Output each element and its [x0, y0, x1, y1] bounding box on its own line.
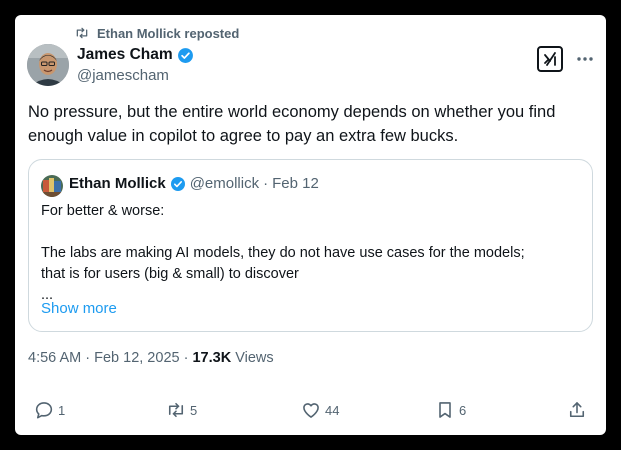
repost-icon	[166, 400, 186, 420]
more-button[interactable]	[575, 49, 595, 69]
like-icon	[301, 400, 321, 420]
quote-header: Ethan Mollick @emollick · Feb 12	[69, 175, 319, 192]
quote-author-handle[interactable]: @emollick	[190, 175, 259, 192]
reply-count: 1	[58, 402, 66, 418]
show-more-link[interactable]: Show more	[41, 300, 117, 317]
quote-author-name[interactable]: Ethan Mollick	[69, 175, 166, 192]
reply-icon	[34, 400, 54, 420]
author-handle[interactable]: @jamescham	[77, 67, 169, 84]
reply-button[interactable]: 1	[34, 399, 65, 421]
quote-line	[41, 222, 581, 243]
meta-separator: ·	[85, 350, 91, 366]
tweet-text: No pressure, but the entire world econom…	[28, 103, 556, 145]
like-button[interactable]: 44	[301, 399, 339, 421]
repost-indicator[interactable]: Ethan Mollick reposted	[75, 25, 239, 41]
views-count: 17.3K	[192, 350, 232, 366]
quote-body: For better & worse: The labs are making …	[41, 201, 581, 306]
tweet-date[interactable]: Feb 12, 2025	[94, 350, 179, 366]
quote-line: For better & worse:	[41, 203, 165, 219]
repost-icon	[75, 26, 89, 40]
like-count: 44	[325, 402, 340, 418]
verified-badge-icon	[170, 176, 186, 192]
quoted-tweet[interactable]: Ethan Mollick @emollick · Feb 12 For bet…	[28, 159, 593, 332]
views-label: Views	[235, 350, 274, 366]
share-button[interactable]	[567, 399, 587, 421]
repost-count: 5	[190, 402, 198, 418]
bookmark-count: 6	[459, 402, 467, 418]
quote-line: The labs are making AI models, they do n…	[41, 245, 525, 261]
tweet-time[interactable]: 4:56 AM	[28, 350, 81, 366]
author-name[interactable]: James Cham	[77, 46, 173, 64]
quote-avatar[interactable]	[41, 175, 63, 197]
quote-date[interactable]: Feb 12	[272, 175, 319, 192]
more-icon	[575, 49, 595, 69]
quote-separator: ·	[263, 175, 269, 192]
verified-badge-icon[interactable]	[177, 47, 194, 64]
quote-line: ...	[41, 287, 54, 303]
tweet-meta: 4:56 AM · Feb 12, 2025 · 17.3K Views	[28, 350, 274, 366]
avatar[interactable]	[27, 44, 69, 86]
share-icon	[567, 400, 587, 420]
bookmark-button[interactable]: 6	[435, 399, 466, 421]
quote-line: that is for users (big & small) to disco…	[41, 266, 299, 282]
author-name-row[interactable]: James Cham	[77, 46, 194, 64]
tweet-card: Ethan Mollick reposted James Cham @james…	[15, 15, 606, 435]
bookmark-icon	[435, 400, 455, 420]
meta-separator: ·	[183, 350, 189, 366]
repost-label: Ethan Mollick reposted	[97, 25, 240, 41]
repost-button[interactable]: 5	[166, 399, 197, 421]
grok-icon	[541, 50, 559, 68]
grok-button[interactable]	[537, 46, 563, 72]
